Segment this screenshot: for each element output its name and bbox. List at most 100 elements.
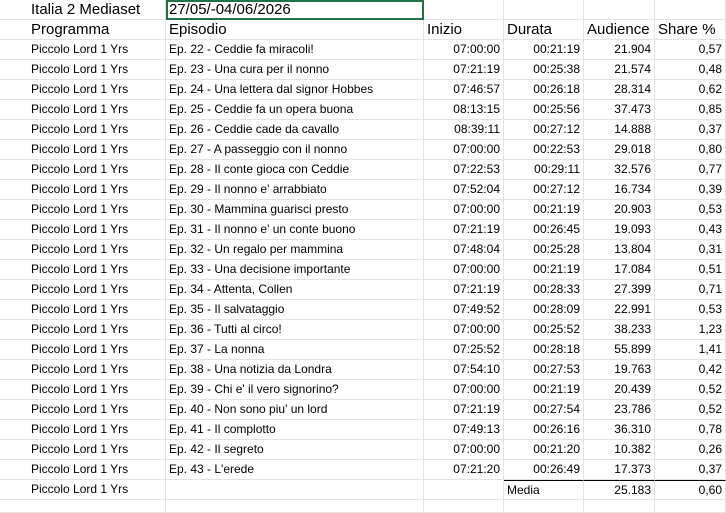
cell-durata[interactable]: 00:28:33	[504, 280, 584, 300]
empty-cell[interactable]	[584, 500, 655, 513]
cell-audience[interactable]: 17.373	[584, 460, 655, 480]
empty-cell[interactable]	[424, 0, 504, 20]
cell-episodio[interactable]: Ep. 30 - Mammina guarisci presto	[166, 200, 424, 220]
row-pad[interactable]	[0, 500, 28, 513]
cell-share[interactable]: 0,53	[655, 200, 726, 220]
cell-inizio[interactable]: 07:21:19	[424, 60, 504, 80]
header-inizio[interactable]: Inizio	[424, 20, 504, 40]
row-pad[interactable]	[0, 140, 28, 160]
cell-share[interactable]: 0,37	[655, 120, 726, 140]
cell-audience[interactable]: 19.763	[584, 360, 655, 380]
cell-inizio[interactable]: 07:00:00	[424, 380, 504, 400]
cell-episodio[interactable]: Ep. 22 - Ceddie fa miracoli!	[166, 40, 424, 60]
cell-programma[interactable]: Piccolo Lord 1 Yrs	[28, 40, 166, 60]
channel-title-cell[interactable]: Italia 2 Mediaset	[28, 0, 166, 20]
cell-inizio[interactable]: 07:52:04	[424, 180, 504, 200]
cell-inizio[interactable]: 07:22:53	[424, 160, 504, 180]
cell-episodio[interactable]: Ep. 27 - A passeggio con il nonno	[166, 140, 424, 160]
cell-programma[interactable]: Piccolo Lord 1 Yrs	[28, 60, 166, 80]
cell-share[interactable]: 0,48	[655, 60, 726, 80]
cell-inizio[interactable]: 07:21:19	[424, 280, 504, 300]
cell-durata[interactable]: 00:26:49	[504, 460, 584, 480]
cell-audience[interactable]: 38.233	[584, 320, 655, 340]
cell-programma[interactable]: Piccolo Lord 1 Yrs	[28, 160, 166, 180]
cell-share[interactable]: 1,41	[655, 340, 726, 360]
empty-cell[interactable]	[166, 480, 424, 500]
cell-episodio[interactable]: Ep. 26 - Ceddie cade da cavallo	[166, 120, 424, 140]
cell-durata[interactable]: 00:25:52	[504, 320, 584, 340]
row-pad[interactable]	[0, 460, 28, 480]
cell-share[interactable]: 0,62	[655, 80, 726, 100]
cell-programma[interactable]: Piccolo Lord 1 Yrs	[28, 320, 166, 340]
cell-episodio[interactable]: Ep. 38 - Una notizia da Londra	[166, 360, 424, 380]
cell-episodio[interactable]: Ep. 25 - Ceddie fa un opera buona	[166, 100, 424, 120]
row-pad[interactable]	[0, 40, 28, 60]
cell-inizio[interactable]: 07:00:00	[424, 320, 504, 340]
row-pad[interactable]	[0, 100, 28, 120]
cell-share[interactable]: 0,37	[655, 460, 726, 480]
empty-cell[interactable]	[504, 500, 584, 513]
cell-audience[interactable]: 23.786	[584, 400, 655, 420]
row-pad[interactable]	[0, 240, 28, 260]
row-pad[interactable]	[0, 260, 28, 280]
cell-share[interactable]: 0,57	[655, 40, 726, 60]
cell-audience[interactable]: 36.310	[584, 420, 655, 440]
cell-durata[interactable]: 00:25:56	[504, 100, 584, 120]
cell-episodio[interactable]: Ep. 36 - Tutti al circo!	[166, 320, 424, 340]
cell-episodio[interactable]: Ep. 34 - Attenta, Collen	[166, 280, 424, 300]
cell-episodio[interactable]: Ep. 23 - Una cura per il nonno	[166, 60, 424, 80]
cell-episodio[interactable]: Ep. 35 - Il salvataggio	[166, 300, 424, 320]
row-pad[interactable]	[0, 340, 28, 360]
cell-programma[interactable]: Piccolo Lord 1 Yrs	[28, 460, 166, 480]
cell-audience[interactable]: 19.093	[584, 220, 655, 240]
row-pad[interactable]	[0, 320, 28, 340]
row-pad[interactable]	[0, 20, 28, 40]
row-pad[interactable]	[0, 480, 28, 500]
cell-programma[interactable]: Piccolo Lord 1 Yrs	[28, 440, 166, 460]
cell-programma[interactable]: Piccolo Lord 1 Yrs	[28, 200, 166, 220]
cell-durata[interactable]: 00:21:19	[504, 260, 584, 280]
cell-programma[interactable]: Piccolo Lord 1 Yrs	[28, 180, 166, 200]
date-range-cell[interactable]: 27/05/-04/06/2026	[166, 0, 424, 20]
cell-durata[interactable]: 00:21:20	[504, 440, 584, 460]
row-pad[interactable]	[0, 360, 28, 380]
cell-share[interactable]: 0,71	[655, 280, 726, 300]
cell-durata[interactable]: 00:26:16	[504, 420, 584, 440]
cell-episodio[interactable]: Ep. 42 - Il segreto	[166, 440, 424, 460]
cell-inizio[interactable]: 07:21:19	[424, 400, 504, 420]
cell-share[interactable]: 0,42	[655, 360, 726, 380]
cell-programma[interactable]: Piccolo Lord 1 Yrs	[28, 140, 166, 160]
cell-programma[interactable]: Piccolo Lord 1 Yrs	[28, 300, 166, 320]
cell-audience[interactable]: 32.576	[584, 160, 655, 180]
cell-audience[interactable]: 20.439	[584, 380, 655, 400]
cell-episodio[interactable]: Ep. 43 - L'erede	[166, 460, 424, 480]
cell-inizio[interactable]: 07:21:19	[424, 220, 504, 240]
cell-share[interactable]: 0,26	[655, 440, 726, 460]
cell-programma[interactable]: Piccolo Lord 1 Yrs	[28, 360, 166, 380]
cell-audience[interactable]: 20.903	[584, 200, 655, 220]
cell-inizio[interactable]: 07:54:10	[424, 360, 504, 380]
cell-durata[interactable]: 00:27:12	[504, 120, 584, 140]
cell-share[interactable]: 0,85	[655, 100, 726, 120]
cell-episodio[interactable]: Ep. 33 - Una decisione importante	[166, 260, 424, 280]
cell-programma[interactable]: Piccolo Lord 1 Yrs	[28, 100, 166, 120]
cell-audience[interactable]: 27.399	[584, 280, 655, 300]
cell-durata[interactable]: 00:27:54	[504, 400, 584, 420]
row-pad[interactable]	[0, 420, 28, 440]
cell-inizio[interactable]: 07:46:57	[424, 80, 504, 100]
cell-inizio[interactable]: 07:48:04	[424, 240, 504, 260]
cell-share[interactable]: 0,52	[655, 380, 726, 400]
cell-durata[interactable]: 00:29:11	[504, 160, 584, 180]
row-pad[interactable]	[0, 180, 28, 200]
cell-episodio[interactable]: Ep. 41 - Il complotto	[166, 420, 424, 440]
cell-share[interactable]: 0,39	[655, 180, 726, 200]
row-pad[interactable]	[0, 60, 28, 80]
row-pad[interactable]	[0, 160, 28, 180]
cell-programma[interactable]: Piccolo Lord 1 Yrs	[28, 420, 166, 440]
cell-programma[interactable]: Piccolo Lord 1 Yrs	[28, 380, 166, 400]
row-pad[interactable]	[0, 400, 28, 420]
cell-programma[interactable]: Piccolo Lord 1 Yrs	[28, 260, 166, 280]
row-pad[interactable]	[0, 220, 28, 240]
empty-cell[interactable]	[424, 500, 504, 513]
cell-inizio[interactable]: 08:39:11	[424, 120, 504, 140]
